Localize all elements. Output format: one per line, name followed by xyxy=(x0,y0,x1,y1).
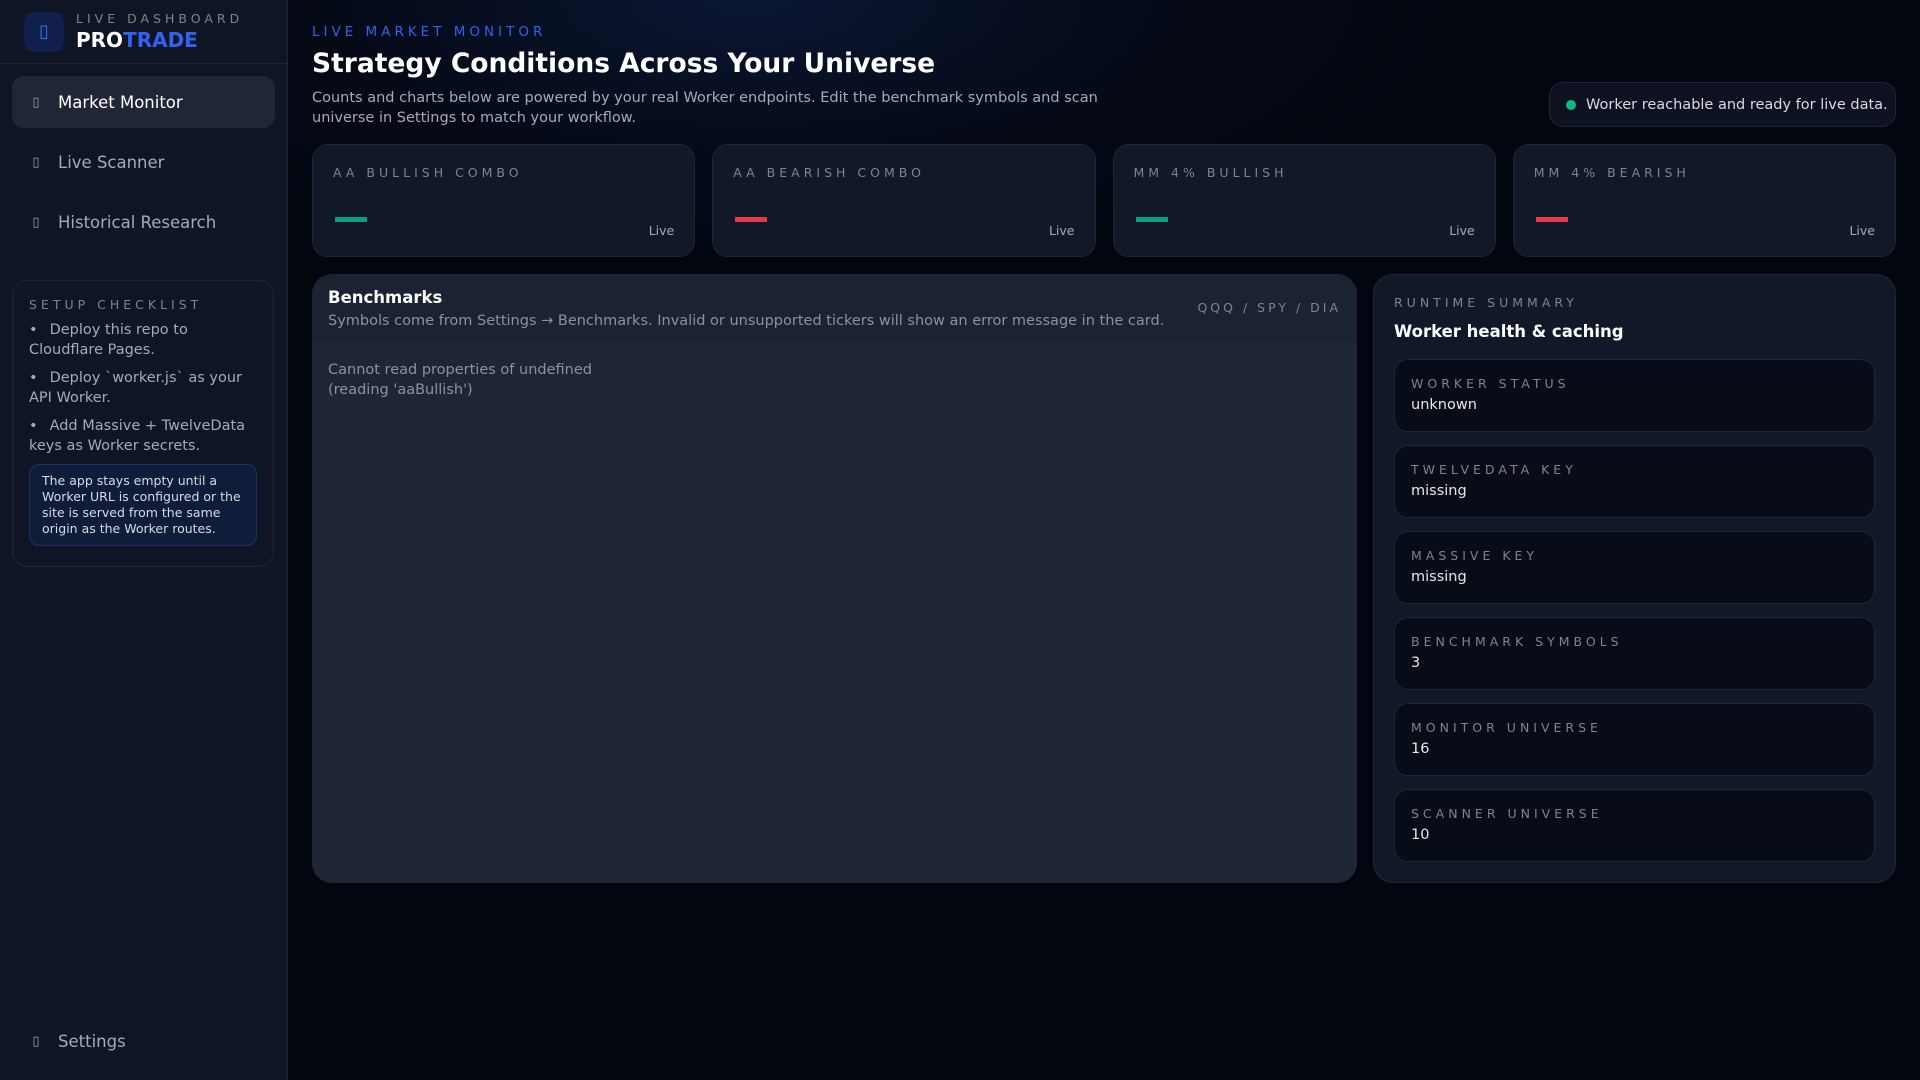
nav-label: Settings xyxy=(58,1031,126,1051)
stat-label: SCANNER UNIVERSE xyxy=(1411,806,1603,821)
worker-status-pill: Worker reachable and ready for live data… xyxy=(1549,82,1896,127)
gear-icon: ▯ xyxy=(32,1033,40,1049)
checklist-item: Deploy `worker.js` as your API Worker. xyxy=(29,368,257,408)
status-dot-icon xyxy=(1566,99,1576,110)
page-eyebrow: LIVE MARKET MONITOR xyxy=(312,24,547,40)
card-label: MM 4% BEARISH xyxy=(1533,165,1690,180)
nav-item-historical-research[interactable]: ▯ Historical Research xyxy=(12,196,275,248)
brand: ▯ LIVE DASHBOARD PROTRADE xyxy=(0,0,287,64)
nav-item-market-monitor[interactable]: ▯ Market Monitor xyxy=(12,76,275,128)
card-label: MM 4% BULLISH xyxy=(1133,165,1288,180)
runtime-eyebrow: RUNTIME SUMMARY xyxy=(1394,295,1578,310)
main-nav: ▯ Market Monitor ▯ Live Scanner ▯ Historica… xyxy=(0,64,287,268)
nav-label: Historical Research xyxy=(58,212,217,232)
card-indicator xyxy=(1135,217,1168,222)
metric-card-aa-bullish[interactable]: AA BULLISH COMBO Live xyxy=(312,144,696,257)
brand-name-pro: PRO xyxy=(76,28,124,52)
stat-benchmark-symbols: BENCHMARK SYMBOLS 3 xyxy=(1394,617,1875,690)
benchmarks-error: Cannot read properties of undefined (rea… xyxy=(328,362,592,398)
runtime-summary-panel: RUNTIME SUMMARY Worker health & caching … xyxy=(1373,274,1896,883)
card-label: AA BULLISH COMBO xyxy=(333,165,523,180)
stat-value: 10 xyxy=(1411,827,1430,843)
nav-item-settings[interactable]: ▯ Settings xyxy=(12,1015,274,1067)
stat-label: MASSIVE KEY xyxy=(1411,548,1539,563)
card-indicator xyxy=(335,217,367,222)
brand-eyebrow: LIVE DASHBOARD xyxy=(76,11,244,26)
card-status: Live xyxy=(1449,223,1475,238)
runtime-title: Worker health & caching xyxy=(1394,322,1624,341)
stat-monitor-universe: MONITOR UNIVERSE 16 xyxy=(1394,703,1875,776)
card-indicator xyxy=(1535,217,1568,222)
card-status: Live xyxy=(1048,223,1075,238)
sidebar: ▯ LIVE DASHBOARD PROTRADE ▯ Market Monito… xyxy=(0,0,288,1080)
benchmarks-panel: Benchmarks Symbols come from Settings → … xyxy=(312,274,1357,883)
card-label: AA BEARISH COMBO xyxy=(733,165,925,180)
benchmarks-title: Benchmarks xyxy=(328,288,443,307)
history-icon: ▯ xyxy=(32,214,40,230)
stat-value: unknown xyxy=(1411,397,1477,413)
metric-cards: AA BULLISH COMBO Live AA BEARISH COMBO Liv… xyxy=(312,144,1896,257)
stat-value: missing xyxy=(1411,483,1467,499)
nav-label: Market Monitor xyxy=(58,92,183,112)
checklist-item: Deploy this repo to Cloudflare Pages. xyxy=(29,320,257,360)
stat-scanner-universe: SCANNER UNIVERSE 10 xyxy=(1394,789,1875,862)
card-indicator xyxy=(735,217,768,222)
stat-value: missing xyxy=(1411,569,1467,585)
monitor-icon: ▯ xyxy=(32,94,40,110)
stat-twelvedata-key: TWELVEDATA KEY missing xyxy=(1394,445,1875,518)
stat-label: WORKER STATUS xyxy=(1411,376,1570,391)
brand-name: PROTRADE xyxy=(76,28,243,52)
brand-name-trade: TRADE xyxy=(123,28,198,52)
nav-label: Live Scanner xyxy=(58,152,165,172)
checklist-title: SETUP CHECKLIST xyxy=(29,297,203,312)
benchmarks-subtitle: Symbols come from Settings → Benchmarks.… xyxy=(328,313,1165,329)
stat-value: 16 xyxy=(1411,741,1430,757)
nav-item-live-scanner[interactable]: ▯ Live Scanner xyxy=(12,136,275,188)
stat-value: 3 xyxy=(1411,655,1421,671)
checklist-item: Add Massive + TwelveData keys as Worker … xyxy=(29,416,257,456)
stat-label: BENCHMARK SYMBOLS xyxy=(1411,634,1623,649)
stat-label: MONITOR UNIVERSE xyxy=(1411,720,1602,735)
worker-status-text: Worker reachable and ready for live data… xyxy=(1586,96,1888,113)
page-title: Strategy Conditions Across Your Universe xyxy=(312,48,936,79)
metric-card-mm-bearish[interactable]: MM 4% BEARISH Live xyxy=(1512,144,1896,257)
checklist-note: The app stays empty until a Worker URL i… xyxy=(29,464,257,546)
setup-checklist: SETUP CHECKLIST Deploy this repo to Clou… xyxy=(12,280,274,567)
card-status: Live xyxy=(1849,223,1875,238)
stat-worker-status: WORKER STATUS unknown xyxy=(1394,359,1875,432)
page-description: Counts and charts below are powered by y… xyxy=(312,90,1098,126)
stat-massive-key: MASSIVE KEY missing xyxy=(1394,531,1875,604)
chart-icon: ▯ xyxy=(24,11,64,52)
benchmark-symbols: QQQ / SPY / DIA xyxy=(1197,300,1341,315)
card-status: Live xyxy=(648,223,675,238)
metric-card-aa-bearish[interactable]: AA BEARISH COMBO Live xyxy=(712,144,1096,257)
metric-card-mm-bullish[interactable]: MM 4% BULLISH Live xyxy=(1112,144,1496,257)
scanner-icon: ▯ xyxy=(32,154,40,170)
stat-label: TWELVEDATA KEY xyxy=(1411,462,1577,477)
